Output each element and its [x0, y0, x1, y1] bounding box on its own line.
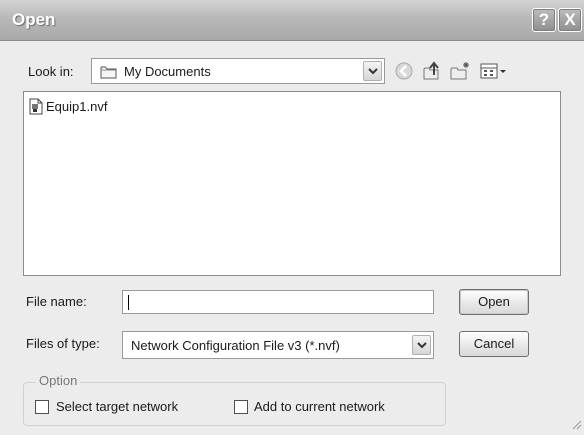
dialog-title: Open	[12, 10, 56, 29]
chevron-down-icon[interactable]	[412, 335, 431, 355]
file-type-value: Network Configuration File v3 (*.nvf)	[131, 338, 340, 353]
look-in-label: Look in:	[28, 64, 74, 79]
file-list[interactable]: Equip1.nvf	[23, 91, 561, 276]
help-button[interactable]: ?	[532, 8, 556, 32]
select-target-network-label[interactable]: Select target network	[56, 399, 178, 414]
file-name-label: File name:	[26, 294, 87, 309]
look-in-dropdown[interactable]: My Documents	[91, 58, 385, 84]
folder-icon	[100, 65, 118, 82]
select-target-network-checkbox[interactable]	[35, 400, 49, 414]
file-name-text: Equip1.nvf	[46, 99, 108, 114]
open-dialog: Open ? X Look in: My Documents Equip1.nv…	[0, 0, 584, 435]
back-arrow-icon[interactable]	[393, 60, 415, 82]
option-group-title: Option	[36, 373, 81, 388]
title-bar[interactable]: Open ? X	[0, 0, 584, 41]
new-folder-icon[interactable]	[449, 60, 471, 82]
add-to-current-network-label[interactable]: Add to current network	[254, 399, 385, 414]
look-in-value: My Documents	[124, 64, 211, 79]
views-menu-icon[interactable]	[479, 60, 509, 82]
add-to-current-network-checkbox[interactable]	[234, 400, 248, 414]
resize-grip-icon[interactable]	[572, 418, 582, 433]
text-caret	[128, 295, 129, 310]
help-icon: ?	[538, 10, 550, 29]
up-folder-icon[interactable]	[421, 60, 443, 82]
close-icon: X	[564, 10, 576, 29]
file-name-input[interactable]	[122, 290, 434, 314]
file-type-label: Files of type:	[26, 336, 100, 351]
chevron-down-icon[interactable]	[363, 61, 382, 81]
open-button[interactable]: Open	[459, 289, 529, 315]
close-button[interactable]: X	[558, 8, 582, 32]
file-type-dropdown[interactable]: Network Configuration File v3 (*.nvf)	[122, 331, 434, 359]
cancel-button[interactable]: Cancel	[459, 331, 529, 357]
nvf-file-icon	[28, 98, 44, 118]
